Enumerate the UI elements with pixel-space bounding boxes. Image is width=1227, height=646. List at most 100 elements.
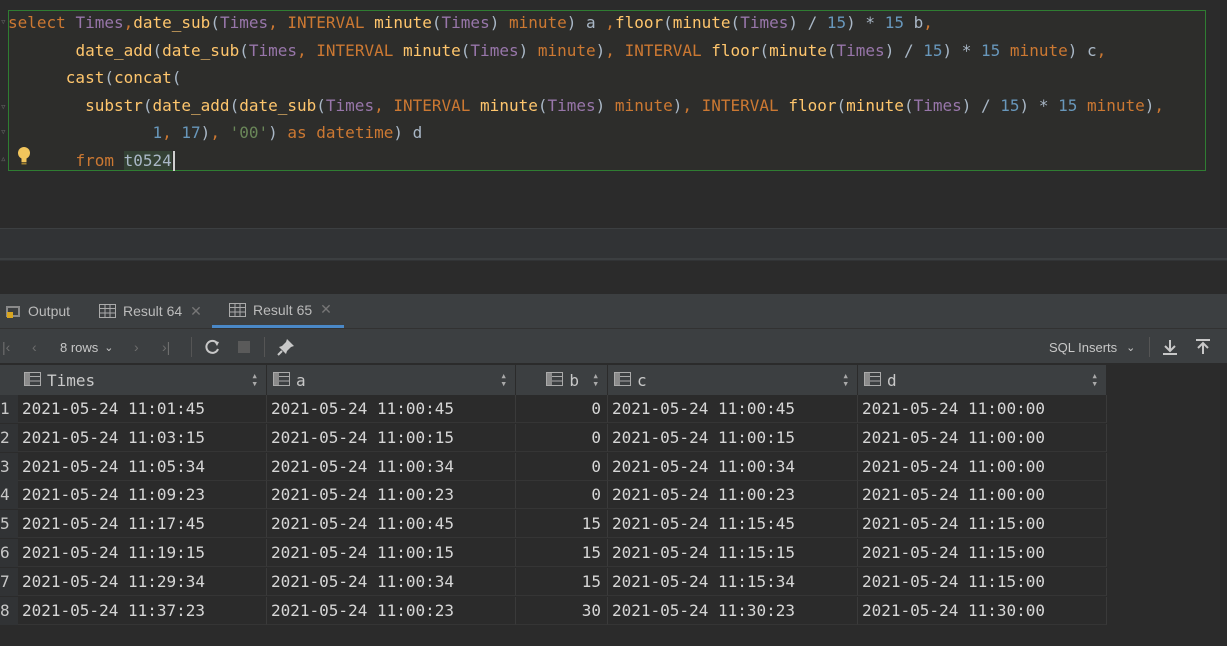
table-cell[interactable]: 2021-05-24 11:00:15 [267,423,516,452]
code-token: INTERVAL [393,95,481,115]
table-cell[interactable]: 2021-05-24 11:00:34 [267,452,516,481]
stop-icon[interactable] [237,329,251,365]
table-cell[interactable]: 2021-05-24 11:17:45 [18,510,267,539]
code-line[interactable]: cast(concat( [8,64,1164,92]
column-header-a[interactable]: a ▴ ▾ [267,365,516,395]
column-header-c[interactable]: c ▴ ▾ [608,365,858,395]
code-token: , [605,13,615,32]
table-cell[interactable]: 2021-05-24 11:09:23 [18,481,267,510]
row-number[interactable]: 2 [0,423,18,452]
table-cell[interactable]: 2021-05-24 11:29:34 [18,567,267,596]
code-token: minute [672,13,731,32]
table-cell[interactable]: 15 [516,539,608,567]
table-cell[interactable]: 0 [516,395,608,423]
code-line[interactable]: from t0524 [8,147,1164,175]
table-cell[interactable]: 2021-05-24 11:15:00 [858,539,1107,567]
last-page-icon[interactable]: ›| [162,329,170,365]
close-icon[interactable]: ✕ [190,303,202,320]
row-number[interactable]: 1 [0,395,18,423]
table-cell[interactable]: 2021-05-24 11:00:45 [267,510,516,539]
previous-page-icon[interactable]: ‹ [32,329,37,365]
table-cell[interactable]: 2021-05-24 11:01:45 [18,395,267,423]
table-cell[interactable]: 2021-05-24 11:00:00 [858,395,1107,423]
sort-icon[interactable]: ▴ ▾ [251,370,258,389]
column-header-b[interactable]: b ▴ ▾ [516,365,608,395]
close-icon[interactable]: ✕ [320,301,332,318]
tab-result-64[interactable]: Result 64 ✕ [99,294,202,328]
lightbulb-icon[interactable] [17,146,31,166]
upload-icon[interactable] [1194,329,1212,365]
table-cell[interactable]: 2021-05-24 11:00:45 [608,395,858,423]
table-cell[interactable]: 2021-05-24 11:15:00 [858,567,1107,596]
download-icon[interactable] [1161,329,1179,365]
fold-icon[interactable]: ▿ [0,125,8,139]
sort-icon[interactable]: ▴ ▾ [592,370,599,389]
reload-icon[interactable] [203,329,221,365]
table-cell[interactable]: 2021-05-24 11:00:23 [608,481,858,510]
grid-corner[interactable] [0,365,18,395]
table-cell[interactable]: 2021-05-24 11:30:00 [858,596,1107,625]
table-cell[interactable]: 2021-05-24 11:30:23 [608,596,858,625]
pane-divider[interactable] [0,228,1227,261]
sql-editor[interactable]: ▿ ▿ ▿ ▵ select Times,date_sub(Times, INT… [0,0,1227,228]
fold-icon[interactable]: ▵ [0,152,8,166]
table-cell[interactable]: 2021-05-24 11:00:23 [267,481,516,510]
sort-icon[interactable]: ▴ ▾ [842,370,849,389]
table-cell[interactable]: 2021-05-24 11:00:23 [267,596,516,625]
code-token: b [903,13,924,32]
table-cell[interactable]: 2021-05-24 11:00:15 [608,423,858,452]
table-cell[interactable]: 2021-05-24 11:00:15 [267,539,516,567]
pin-icon[interactable] [277,329,295,365]
table-cell[interactable]: 2021-05-24 11:00:00 [858,481,1107,510]
column-header-times[interactable]: Times ▴ ▾ [18,365,267,395]
table-cell[interactable]: 2021-05-24 11:03:15 [18,423,267,452]
table-cell[interactable]: 0 [516,481,608,510]
row-number[interactable]: 3 [0,452,18,481]
results-tab-bar: Output Result 64 ✕ Result 65 ✕ [0,294,1227,328]
table-cell[interactable]: 2021-05-24 11:00:45 [267,395,516,423]
sort-icon[interactable]: ▴ ▾ [500,370,507,389]
table-cell[interactable]: 0 [516,452,608,481]
row-number[interactable]: 7 [0,567,18,596]
column-icon [546,371,564,390]
table-cell[interactable]: 2021-05-24 11:05:34 [18,452,267,481]
column-icon [614,371,631,390]
code-text[interactable]: select Times,date_sub(Times, INTERVAL mi… [8,9,1164,175]
table-cell[interactable]: 2021-05-24 11:15:45 [608,510,858,539]
code-line[interactable]: 1, 17), '00') as datetime) d [8,119,1164,147]
table-cell[interactable]: 2021-05-24 11:00:00 [858,423,1107,452]
fold-icon[interactable]: ▿ [0,15,8,29]
table-cell[interactable]: 30 [516,596,608,625]
table-cell[interactable]: 2021-05-24 11:15:34 [608,567,858,596]
row-number[interactable]: 5 [0,510,18,539]
table-cell[interactable]: 15 [516,510,608,539]
row-number[interactable]: 6 [0,539,18,567]
table-cell[interactable]: 2021-05-24 11:37:23 [18,596,267,625]
code-token: date_add [152,95,230,115]
code-token: minute [1009,40,1068,60]
tab-output[interactable]: Output [5,294,70,328]
column-header-d[interactable]: d ▴ ▾ [858,365,1107,395]
table-cell[interactable]: 2021-05-24 11:00:00 [858,452,1107,481]
table-cell[interactable]: 15 [516,567,608,596]
fold-icon[interactable]: ▿ [0,100,8,114]
code-line[interactable]: substr(date_add(date_sub(Times, INTERVAL… [8,92,1164,120]
tab-result-65[interactable]: Result 65 ✕ [212,294,344,328]
next-page-icon[interactable]: › [134,329,139,365]
row-number[interactable]: 4 [0,481,18,510]
toolbar-separator [1149,337,1150,357]
sort-icon[interactable]: ▴ ▾ [1091,370,1098,389]
first-page-icon[interactable]: |‹ [2,329,10,365]
format-dropdown[interactable]: SQL Inserts ⌄ [1049,329,1135,365]
code-line[interactable]: select Times,date_sub(Times, INTERVAL mi… [8,9,1164,37]
table-cell[interactable]: 2021-05-24 11:19:15 [18,539,267,567]
table-cell[interactable]: 2021-05-24 11:15:15 [608,539,858,567]
table-cell[interactable]: 2021-05-24 11:00:34 [267,567,516,596]
rows-count-dropdown[interactable]: 8 rows ⌄ [60,329,114,365]
code-line[interactable]: date_add(date_sub(Times, INTERVAL minute… [8,37,1164,65]
table-cell[interactable]: 0 [516,423,608,452]
table-cell[interactable]: 2021-05-24 11:00:34 [608,452,858,481]
table-cell[interactable]: 2021-05-24 11:15:00 [858,510,1107,539]
row-number[interactable]: 8 [0,596,18,625]
code-token: ( [431,13,442,32]
